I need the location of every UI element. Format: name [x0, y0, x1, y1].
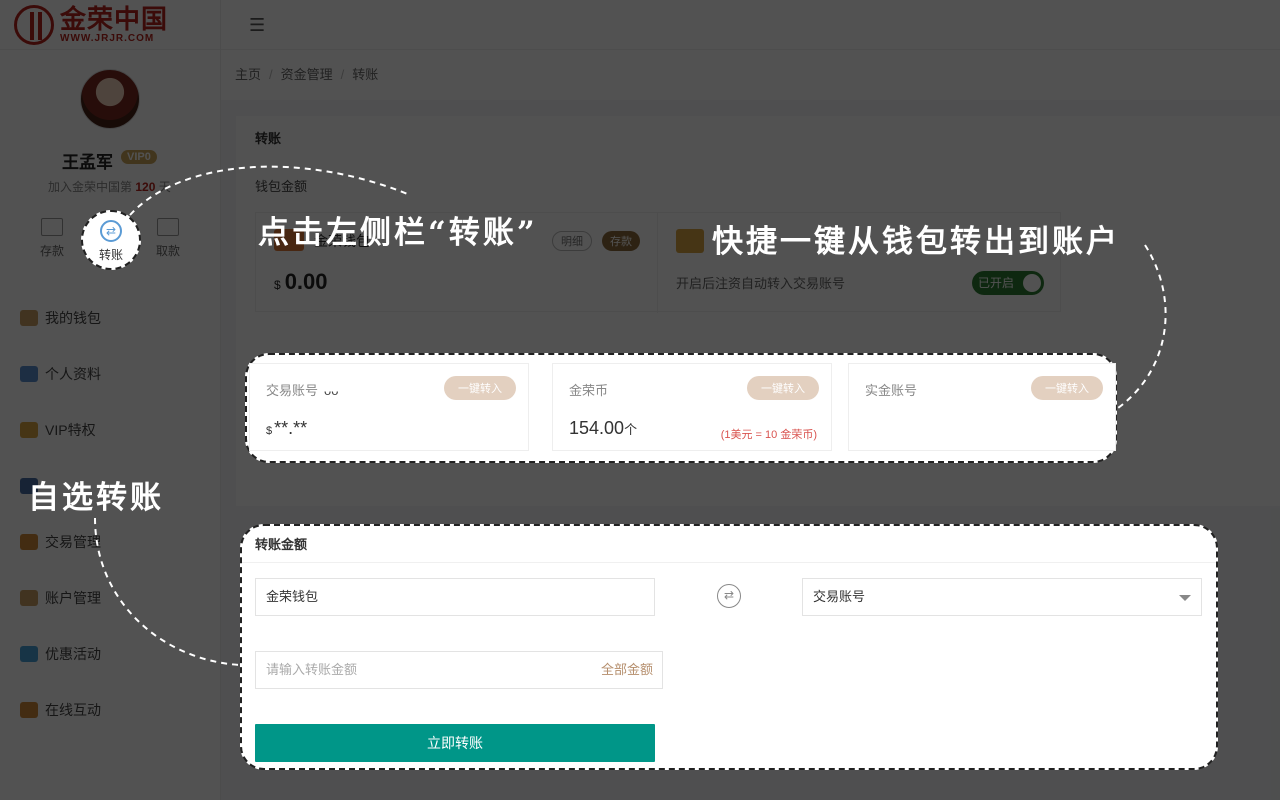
annotation-quick: 快捷一键从钱包转出到账户	[712, 224, 1120, 260]
annotation-lines	[94, 165, 1167, 666]
annotation-custom: 自选转账	[28, 480, 164, 516]
annotation-sidebar: 点击左侧栏“转账”	[258, 215, 538, 251]
